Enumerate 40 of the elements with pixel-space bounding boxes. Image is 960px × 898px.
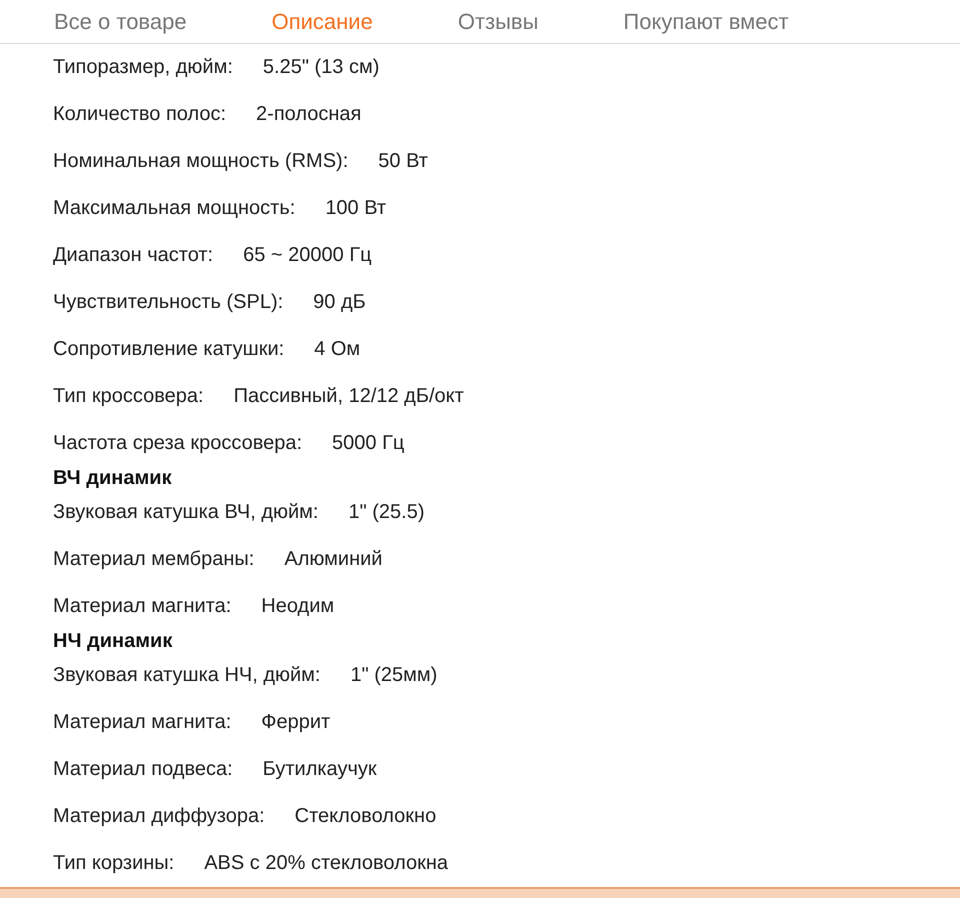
tab[interactable]: Отзывы	[458, 0, 538, 43]
spec-label: Чувствительность (SPL):	[53, 290, 284, 314]
spec-value: Стекловолокно	[294, 804, 436, 828]
spec-label: Материал магнита:	[53, 594, 232, 618]
spec-value: 90 дБ	[313, 290, 366, 314]
spec-value: 1" (25.5)	[348, 500, 425, 524]
spec-label: Звуковая катушка НЧ, дюйм:	[53, 664, 320, 687]
spec-value: 4 Ом	[314, 338, 360, 361]
spec-label: Количество полос:	[53, 102, 226, 126]
spec-value: Алюминий	[284, 548, 382, 571]
spec-value: 100 Вт	[325, 196, 386, 220]
spec-value: Феррит	[261, 710, 330, 734]
spec-label: Типоразмер, дюйм:	[53, 56, 233, 79]
spec-label: Частота среза кроссовера:	[53, 432, 302, 455]
spec-label: Материал подвеса:	[53, 758, 233, 781]
section-heading: ВЧ динамик	[53, 466, 173, 489]
spec-value: Бутилкаучук	[262, 758, 377, 781]
spec-label: Материал мембраны:	[53, 548, 254, 571]
spec-value: 1" (25мм)	[350, 664, 438, 687]
tab[interactable]: Покупают вмест	[623, 0, 789, 43]
spec-label: Диапазон частот:	[53, 244, 214, 267]
spec-label: Материал диффузора:	[53, 804, 265, 828]
tab[interactable]: Все о товаре	[54, 0, 187, 43]
spec-label: Тип корзины:	[53, 852, 174, 875]
spec-value: 5000 Гц	[332, 432, 404, 455]
spec-value: 2-полосная	[256, 102, 362, 126]
tab[interactable]: Описание	[272, 0, 373, 43]
spec-value: ABS с 20% стекловолокна	[204, 852, 448, 875]
spec-value: 5.25" (13 см)	[262, 56, 380, 79]
spec-label: Тип кроссовера:	[53, 384, 204, 408]
spec-label: Звуковая катушка ВЧ, дюйм:	[53, 500, 318, 524]
section-heading: НЧ динамик	[53, 630, 174, 652]
spec-value: Пассивный, 12/12 дБ/окт	[234, 384, 464, 408]
spec-label: Максимальная мощность:	[53, 196, 296, 220]
spec-label: Номинальная мощность (RMS):	[53, 150, 348, 173]
spec-value: 50 Вт	[378, 150, 428, 173]
spec-value: Неодим	[261, 594, 334, 618]
spec-label: Материал магнита:	[53, 710, 232, 734]
spec-value: 65 ~ 20000 Гц	[243, 244, 372, 267]
spec-label: Сопротивление катушки:	[53, 338, 284, 361]
